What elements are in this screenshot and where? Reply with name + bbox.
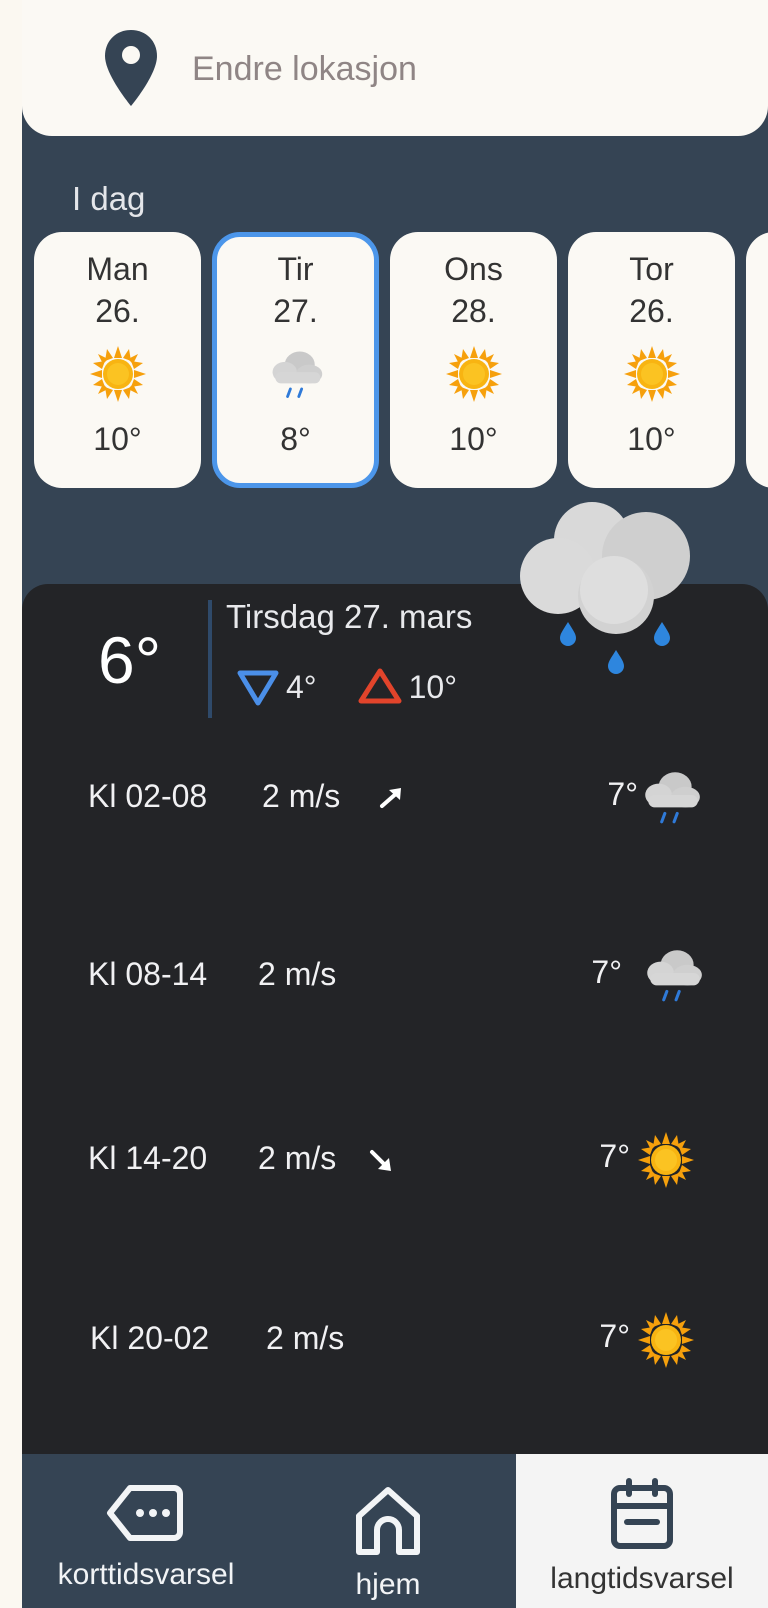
- day-temp: 10°: [627, 421, 676, 457]
- period-time: Kl 14-20: [88, 1140, 208, 1176]
- period-time: Kl 20-02: [90, 1320, 210, 1356]
- period-row[interactable]: Kl 14-20 2 m/s 7°: [22, 1124, 768, 1194]
- current-temp: 6°: [98, 623, 162, 697]
- period-time: Kl 08-14: [88, 956, 208, 992]
- nav-label: hjem: [355, 1568, 421, 1601]
- bottom-nav: korttidsvarsel hjem langtidsvarsel: [22, 1454, 768, 1608]
- message-dots-icon: [107, 1485, 183, 1541]
- day-temp: 10°: [93, 421, 142, 457]
- day-name: Tor: [629, 251, 674, 287]
- southeast-arrow-icon: [370, 1150, 391, 1171]
- day-card-tor[interactable]: Tor 26. 10°: [568, 232, 735, 488]
- min-max-temps: 4° 10°: [236, 662, 457, 712]
- min-temp-arrow-icon: [237, 670, 279, 706]
- rain-cloud-icon: [638, 766, 704, 828]
- today-label: I dag: [72, 180, 146, 217]
- day-date: 28.: [451, 293, 496, 329]
- sun-icon: [88, 344, 148, 404]
- min-temp: 4°: [286, 668, 317, 705]
- period-temp: 7°: [591, 954, 622, 990]
- nav-korttidsvarsel[interactable]: korttidsvarsel: [22, 1454, 270, 1608]
- sun-icon: [636, 1310, 696, 1370]
- calendar-icon: [611, 1478, 673, 1549]
- change-location-label: Endre lokasjon: [192, 50, 417, 88]
- day-strip: Man 26. 10° Tir 27. 8° Ons 28. 10° Tor 2…: [34, 232, 768, 490]
- app-screen: Endre lokasjon I dag Man 26. 10° Tir 27.…: [22, 0, 768, 1608]
- day-card-man[interactable]: Man 26. 10°: [34, 232, 201, 488]
- day-card-tir[interactable]: Tir 27. 8°: [212, 232, 379, 488]
- period-time: Kl 02-08: [88, 778, 208, 814]
- location-pin-icon: [105, 30, 157, 106]
- period-temp: 7°: [607, 776, 638, 812]
- home-icon: [356, 1487, 420, 1555]
- sun-icon: [444, 344, 504, 404]
- divider: [208, 600, 212, 718]
- nav-label: korttidsvarsel: [57, 1558, 235, 1591]
- northeast-arrow-icon: [380, 788, 401, 808]
- period-row[interactable]: Kl 20-02 2 m/s 7°: [22, 1304, 768, 1374]
- period-row[interactable]: Kl 08-14 2 m/s 7°: [22, 940, 768, 1010]
- nav-langtidsvarsel[interactable]: langtidsvarsel: [516, 1454, 768, 1608]
- period-wind: 2 m/s: [262, 778, 341, 814]
- period-wind: 2 m/s: [258, 956, 337, 992]
- period-temp: 7°: [599, 1318, 630, 1354]
- period-row[interactable]: Kl 02-08 2 m/s 7°: [22, 762, 768, 832]
- max-temp-arrow-icon: [358, 668, 402, 704]
- day-date: 27.: [273, 293, 318, 329]
- location-bar[interactable]: Endre lokasjon: [22, 0, 768, 136]
- period-wind: 2 m/s: [258, 1140, 337, 1176]
- nav-hjem[interactable]: hjem: [296, 1454, 480, 1608]
- day-name: Ons: [444, 251, 503, 287]
- rain-cloud-icon: [266, 344, 326, 404]
- max-temp: 10°: [408, 668, 457, 705]
- day-card-partial[interactable]: [746, 232, 768, 488]
- day-temp: 10°: [449, 421, 498, 457]
- period-wind: 2 m/s: [266, 1320, 345, 1356]
- day-temp: 8°: [280, 421, 311, 457]
- day-card-ons[interactable]: Ons 28. 10°: [390, 232, 557, 488]
- rain-cloud-icon: [640, 944, 706, 1006]
- day-date: 26.: [629, 293, 674, 329]
- selected-day-label: Tirsdag 27. mars: [226, 598, 473, 635]
- day-date: 26.: [95, 293, 140, 329]
- sun-icon: [622, 344, 682, 404]
- day-name: Man: [86, 251, 149, 287]
- nav-label: langtidsvarsel: [550, 1562, 734, 1595]
- period-temp: 7°: [599, 1138, 630, 1174]
- day-name: Tir: [277, 251, 314, 287]
- sun-icon: [636, 1130, 696, 1190]
- rain-cloud-icon: [520, 502, 690, 674]
- day-detail-panel: 6° Tirsdag 27. mars 4° 10° Kl 02-08 2 m/…: [22, 502, 768, 1454]
